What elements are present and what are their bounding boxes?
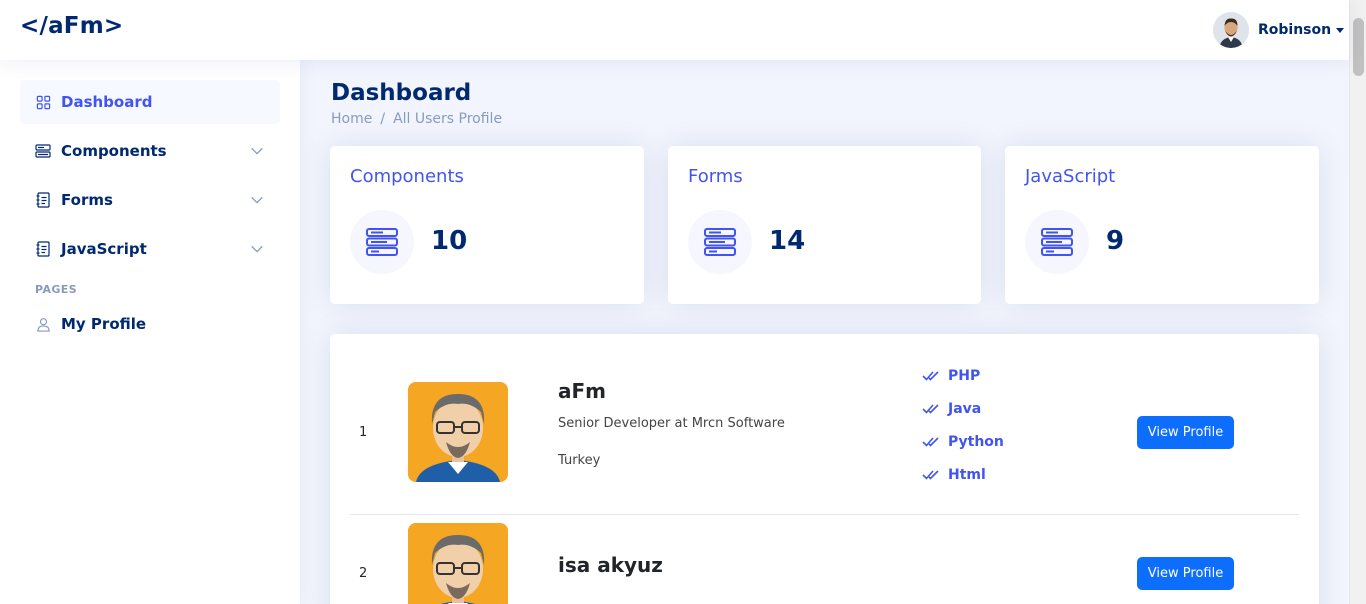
- sidebar-item-my-profile[interactable]: My Profile: [20, 302, 280, 346]
- user-name: Robinson: [1258, 22, 1332, 38]
- page-title: Dashboard: [331, 80, 472, 106]
- row-index: 1: [359, 425, 368, 440]
- scrollbar-thumb[interactable]: [1353, 18, 1364, 76]
- logo[interactable]: </aFm>: [20, 13, 123, 39]
- journal-text-icon: [35, 192, 51, 208]
- sidebar-item-label: Components: [61, 142, 167, 160]
- breadcrumb: Home / All Users Profile: [331, 111, 502, 127]
- skill-item: Java: [922, 401, 981, 417]
- sidebar-item-components[interactable]: Components: [20, 129, 280, 173]
- check-all-icon: [922, 371, 939, 381]
- skill-item: Python: [922, 434, 1004, 450]
- caret-down-icon: [1336, 27, 1345, 33]
- server-icon: [688, 210, 752, 274]
- stat-value: 9: [1106, 226, 1125, 256]
- users-list-card: 1 aFm Senior Developer at Mrcn Software …: [330, 334, 1319, 604]
- row-index: 2: [359, 566, 368, 581]
- sidebar-item-label: My Profile: [61, 315, 147, 333]
- stat-card-javascript: JavaScript 9: [1005, 146, 1319, 304]
- header: </aFm> Robinson: [0, 0, 1349, 60]
- chevron-down-icon: [251, 245, 263, 253]
- check-all-icon: [922, 437, 939, 447]
- user-avatar: [408, 382, 508, 482]
- sidebar-item-dashboard[interactable]: Dashboard: [20, 80, 280, 124]
- chevron-down-icon: [251, 196, 263, 204]
- server-icon: [350, 210, 414, 274]
- view-profile-button[interactable]: View Profile: [1137, 416, 1234, 449]
- person-icon: [35, 316, 51, 332]
- chevron-down-icon: [251, 147, 263, 155]
- journal-text-icon: [35, 241, 51, 257]
- user-role: Senior Developer at Mrcn Software: [558, 416, 785, 431]
- stat-card-components: Components 10: [330, 146, 644, 304]
- sidebar-item-javascript[interactable]: JavaScript: [20, 227, 280, 271]
- sidebar-heading-pages: PAGES: [35, 283, 78, 296]
- skill-item: Html: [922, 467, 986, 483]
- stat-card-forms: Forms 14: [668, 146, 981, 304]
- stat-title: Components: [350, 166, 464, 187]
- sidebar-item-label: Forms: [61, 191, 113, 209]
- server-icon: [1025, 210, 1089, 274]
- sidebar-item-forms[interactable]: Forms: [20, 178, 280, 222]
- sidebar-item-label: Dashboard: [61, 93, 153, 111]
- stat-value: 10: [431, 226, 468, 256]
- breadcrumb-current: All Users Profile: [393, 111, 503, 127]
- user-menu[interactable]: Robinson: [1213, 12, 1345, 48]
- user-name: aFm: [558, 379, 606, 403]
- avatar: [1213, 12, 1249, 48]
- skill-label: Java: [948, 401, 982, 417]
- stat-title: Forms: [688, 166, 743, 187]
- check-all-icon: [922, 470, 939, 480]
- breadcrumb-home[interactable]: Home: [331, 111, 372, 127]
- stat-title: JavaScript: [1025, 166, 1116, 187]
- grid-icon: [35, 94, 51, 110]
- user-country: Turkey: [558, 453, 601, 468]
- view-profile-button[interactable]: View Profile: [1137, 557, 1234, 590]
- skill-label: PHP: [948, 368, 981, 384]
- user-avatar: [408, 523, 508, 604]
- stat-value: 14: [769, 226, 806, 256]
- skill-item: PHP: [922, 368, 980, 384]
- sidebar: Dashboard Components Forms JavaScript PA…: [0, 60, 300, 604]
- sidebar-item-label: JavaScript: [61, 240, 147, 258]
- row-divider: [350, 514, 1299, 515]
- skill-label: Html: [948, 467, 986, 483]
- scrollbar[interactable]: [1349, 0, 1366, 604]
- check-all-icon: [922, 404, 939, 414]
- skill-label: Python: [948, 434, 1004, 450]
- user-name: isa akyuz: [558, 553, 663, 577]
- breadcrumb-separator: /: [380, 111, 386, 127]
- menu-button-wide-icon: [35, 143, 51, 159]
